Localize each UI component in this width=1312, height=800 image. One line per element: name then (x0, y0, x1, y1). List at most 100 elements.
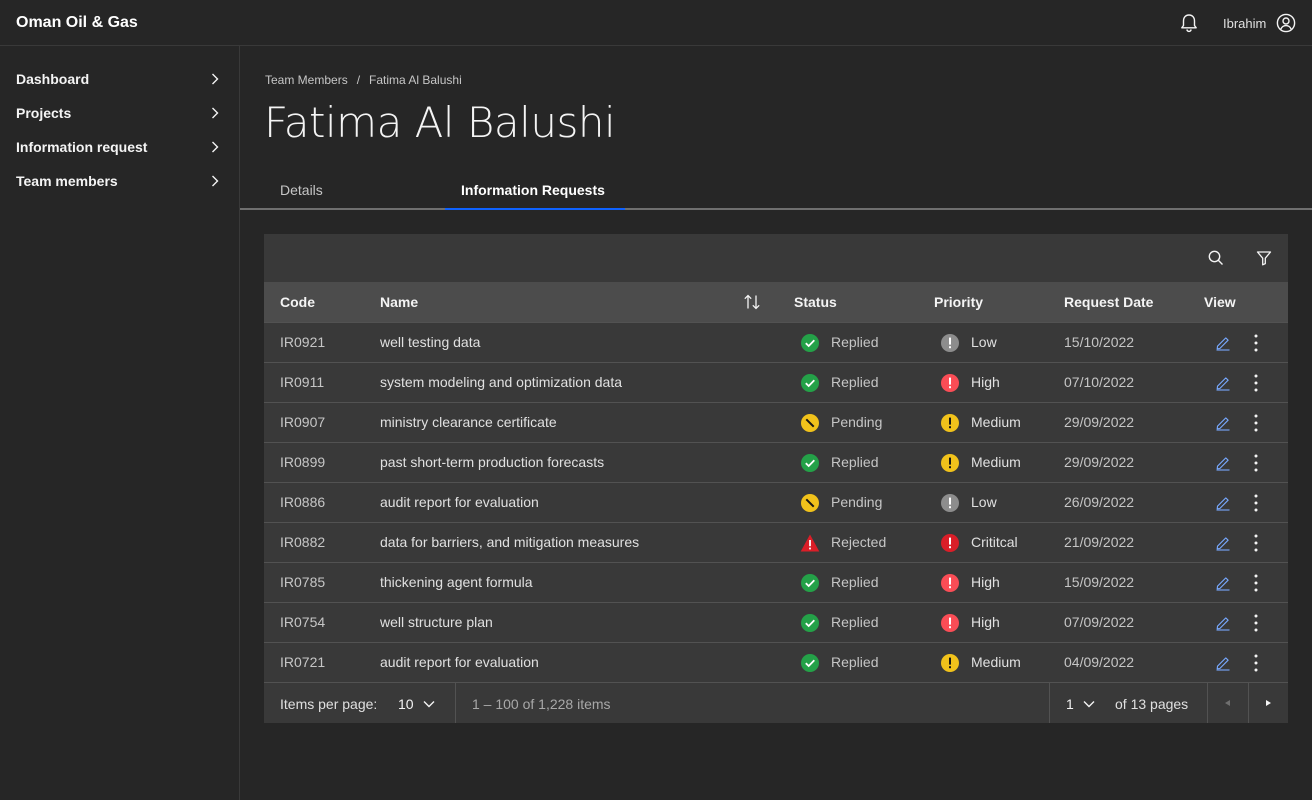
priority-exclamation-icon (941, 574, 959, 592)
edit-icon[interactable] (1215, 415, 1231, 431)
checkmark-filled-icon (801, 574, 819, 592)
next-page-button[interactable] (1249, 683, 1288, 723)
edit-icon[interactable] (1215, 375, 1231, 391)
request-date: 26/09/2022 (1064, 494, 1135, 510)
edit-icon[interactable] (1215, 575, 1231, 591)
overflow-menu-icon[interactable] (1251, 373, 1261, 393)
request-date: 15/09/2022 (1064, 574, 1135, 590)
previous-page-button[interactable] (1208, 683, 1248, 723)
request-code: IR0882 (280, 534, 326, 550)
breadcrumb-link-team-members[interactable]: Team Members (265, 73, 348, 87)
checkmark-filled-icon (801, 454, 819, 472)
warning-triangle-icon (800, 534, 820, 552)
overflow-menu-icon[interactable] (1251, 493, 1261, 513)
table-row: IR0911 system modeling and optimization d… (264, 362, 1288, 402)
sidebar-item-label: Projects (16, 105, 72, 121)
sort-icon[interactable] (742, 292, 762, 312)
sidebar-item-dashboard[interactable]: Dashboard (0, 62, 239, 96)
tab-label: Details (280, 182, 323, 198)
search-icon[interactable] (1206, 248, 1226, 268)
request-date: 21/09/2022 (1064, 534, 1135, 550)
caret-right-icon (1266, 700, 1271, 706)
request-date: 29/09/2022 (1064, 454, 1135, 470)
column-header-name: Name (380, 294, 419, 310)
priority-label: High (971, 374, 1000, 390)
chevron-down-icon (423, 701, 435, 708)
priority-exclamation-icon (941, 494, 959, 512)
request-name: system modeling and optimization data (380, 374, 623, 390)
priority-exclamation-icon (941, 534, 959, 552)
edit-icon[interactable] (1215, 455, 1231, 471)
table-row: IR0721 audit report for evaluation Replied… (264, 642, 1288, 682)
request-date: 07/10/2022 (1064, 374, 1135, 390)
priority-exclamation-icon (941, 374, 959, 392)
priority-exclamation-icon (941, 614, 959, 632)
overflow-menu-icon[interactable] (1251, 653, 1261, 673)
request-name: ministry clearance certificate (380, 414, 557, 430)
page-number-select[interactable]: 1 (1060, 683, 1110, 723)
breadcrumb-current: Fatima Al Balushi (369, 73, 462, 87)
status-label: Replied (831, 574, 879, 590)
table-header-row: Code Name Status Priority Request Date V… (264, 282, 1288, 322)
priority-label: Crititcal (971, 534, 1018, 550)
total-pages-text: of 13 pages (1115, 696, 1189, 712)
pending-icon (801, 414, 819, 432)
request-code: IR0911 (280, 374, 325, 390)
app-title[interactable]: Oman Oil & Gas (16, 14, 138, 32)
edit-icon[interactable] (1215, 615, 1231, 631)
overflow-menu-icon[interactable] (1251, 573, 1261, 593)
table-row: IR0785 thickening agent formula Replied Hig… (264, 562, 1288, 602)
priority-label: Medium (971, 414, 1021, 430)
breadcrumb: Team Members / Fatima Al Balushi (265, 73, 462, 87)
items-per-page-value: 10 (398, 696, 414, 712)
chevron-right-icon (212, 73, 219, 85)
edit-icon[interactable] (1215, 535, 1231, 551)
table-toolbar (264, 234, 1288, 282)
pending-icon (801, 494, 819, 512)
table-row: IR0882 data for barriers, and mitigation … (264, 522, 1288, 562)
edit-icon[interactable] (1215, 495, 1231, 511)
request-code: IR0899 (280, 454, 326, 470)
bell-icon[interactable] (1178, 12, 1200, 34)
column-header-view: View (1204, 294, 1236, 310)
caret-left-icon (1225, 700, 1230, 706)
sidebar-item-team-members[interactable]: Team members (0, 164, 239, 198)
priority-exclamation-icon (941, 654, 959, 672)
filter-icon[interactable] (1254, 248, 1274, 268)
edit-icon[interactable] (1215, 655, 1231, 671)
sidebar-item-label: Team members (16, 173, 118, 189)
table-row: IR0899 past short-term production forecas… (264, 442, 1288, 482)
column-header-request-date: Request Date (1064, 294, 1154, 310)
request-code: IR0785 (280, 574, 326, 590)
status-label: Replied (831, 374, 879, 390)
request-date: 04/09/2022 (1064, 654, 1135, 670)
status-label: Replied (831, 454, 879, 470)
tab-information-requests[interactable]: Information Requests (445, 170, 625, 210)
overflow-menu-icon[interactable] (1251, 533, 1261, 553)
overflow-menu-icon[interactable] (1251, 613, 1261, 633)
overflow-menu-icon[interactable] (1251, 413, 1261, 433)
overflow-menu-icon[interactable] (1251, 333, 1261, 353)
divider (455, 683, 456, 723)
items-per-page-select[interactable]: 10 (398, 683, 458, 723)
priority-exclamation-icon (941, 334, 959, 352)
sidebar-item-projects[interactable]: Projects (0, 96, 239, 130)
chevron-right-icon (212, 107, 219, 119)
user-name[interactable]: Ibrahim (1223, 16, 1266, 31)
request-code: IR0754 (280, 614, 326, 630)
request-name: well structure plan (380, 614, 493, 630)
divider (1049, 683, 1050, 723)
priority-label: High (971, 574, 1000, 590)
user-avatar-icon[interactable] (1276, 13, 1296, 33)
request-name: past short-term production forecasts (380, 454, 605, 470)
status-label: Rejected (831, 534, 887, 550)
edit-icon[interactable] (1215, 335, 1231, 351)
column-header-status: Status (794, 294, 837, 310)
sidebar-item-information-request[interactable]: Information request (0, 130, 239, 164)
current-page-value: 1 (1066, 696, 1074, 712)
status-label: Replied (831, 334, 879, 350)
request-date: 15/10/2022 (1064, 334, 1135, 350)
priority-label: Low (971, 494, 997, 510)
tab-details[interactable]: Details (264, 170, 444, 210)
overflow-menu-icon[interactable] (1251, 453, 1261, 473)
